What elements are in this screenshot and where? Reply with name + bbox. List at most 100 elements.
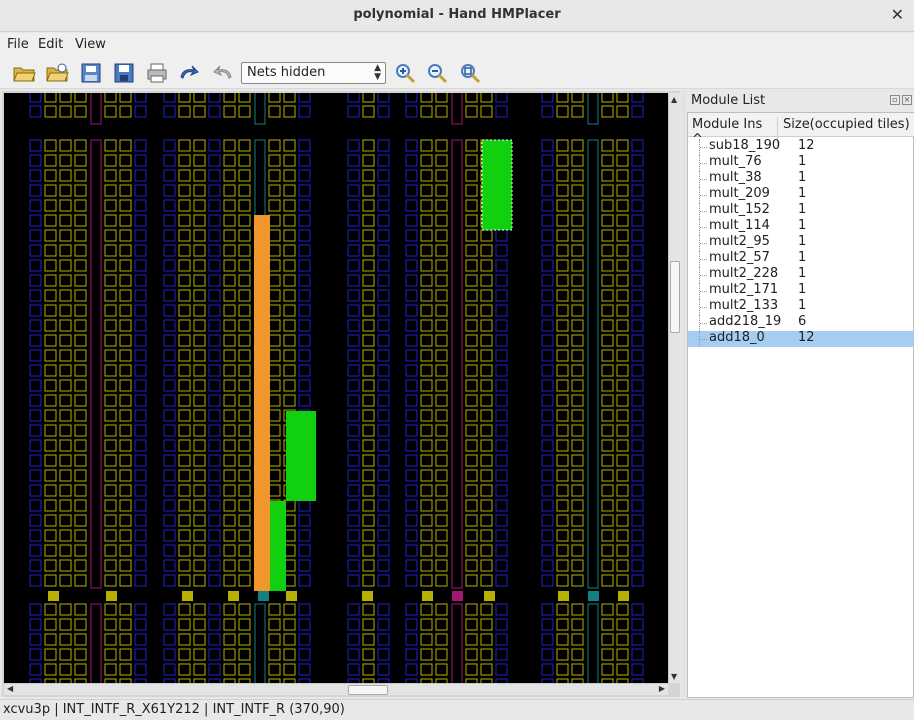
module-list-item[interactable]: mult2_171 1	[688, 282, 914, 299]
tree-branch-line	[699, 315, 707, 331]
save-icon[interactable]	[112, 61, 136, 85]
fabric-tile	[193, 199, 206, 212]
fabric-tile	[193, 334, 206, 347]
float-icon[interactable]: ▫	[890, 95, 900, 105]
module-list-item[interactable]: mult_209 1	[688, 186, 914, 203]
fabric-tile	[119, 544, 132, 557]
fabric-tile	[362, 244, 375, 257]
fabric-tile	[571, 469, 584, 482]
fabric-tile	[193, 484, 206, 497]
close-panel-icon[interactable]: ×	[902, 95, 912, 105]
zoom-fit-icon[interactable]	[458, 61, 482, 85]
vertical-scrollbar[interactable]: ▲ ▼	[668, 93, 680, 683]
column-marker	[228, 591, 239, 601]
vertical-scroll-thumb[interactable]	[670, 261, 680, 333]
fabric-tile	[59, 289, 72, 302]
fabric-tile	[631, 289, 644, 302]
menu-file[interactable]: File	[7, 37, 29, 52]
fabric-tile	[29, 424, 42, 437]
fabric-tile	[420, 424, 433, 437]
fabric-tile	[29, 394, 42, 407]
module-list-item[interactable]: add18_0 12	[688, 330, 914, 347]
fabric-tile	[74, 364, 87, 377]
fabric-tile	[208, 559, 221, 572]
device-fabric[interactable]	[4, 93, 668, 683]
tree-branch-line	[699, 267, 707, 283]
module-list-item[interactable]: sub18_190 12	[688, 138, 914, 155]
fabric-tile	[465, 499, 478, 512]
fabric-tile	[362, 394, 375, 407]
fabric-tile	[44, 259, 57, 272]
fabric-tile	[238, 139, 251, 152]
zoom-out-icon[interactable]	[425, 61, 449, 85]
scroll-down-icon[interactable]: ▼	[671, 672, 677, 681]
fabric-tile	[347, 334, 360, 347]
fabric-tile	[193, 394, 206, 407]
module-list-item[interactable]: mult2_95 1	[688, 234, 914, 251]
fabric-tile	[119, 529, 132, 542]
module-list-item[interactable]: mult_76 1	[688, 154, 914, 171]
fabric-tile	[238, 454, 251, 467]
module-list-item[interactable]: mult2_133 1	[688, 298, 914, 315]
fabric-tile	[29, 334, 42, 347]
fabric-tile	[104, 454, 117, 467]
fabric-tile	[405, 139, 418, 152]
open-folder-icon[interactable]	[12, 61, 36, 85]
fabric-tile	[631, 648, 644, 661]
fabric-tile	[362, 274, 375, 287]
undo-icon[interactable]	[211, 61, 235, 85]
fabric-tile	[119, 499, 132, 512]
fabric-tile	[163, 514, 176, 527]
module-list-item[interactable]: mult2_57 1	[688, 250, 914, 267]
fabric-tile	[238, 274, 251, 287]
close-icon[interactable]: ✕	[891, 5, 904, 24]
fabric-tile	[465, 214, 478, 227]
scroll-right-icon[interactable]: ▶	[659, 684, 665, 693]
menu-edit[interactable]: Edit	[38, 37, 63, 52]
horizontal-scrollbar[interactable]: ◀ ▶	[4, 683, 668, 695]
fabric-tile	[29, 154, 42, 167]
device-canvas[interactable]	[4, 93, 668, 683]
fabric-tile	[59, 105, 72, 118]
fabric-tile	[104, 304, 117, 317]
fabric-tile	[631, 469, 644, 482]
module-list-item[interactable]: mult_38 1	[688, 170, 914, 187]
fabric-tile	[465, 199, 478, 212]
fabric-tile	[59, 259, 72, 272]
fabric-tile	[616, 229, 629, 242]
select-arrows-icon: ▲ ▼	[374, 63, 381, 82]
fabric-tile	[223, 274, 236, 287]
fabric-tile	[420, 154, 433, 167]
fabric-tile	[495, 514, 508, 527]
column-header-size[interactable]: Size(occupied tiles)	[783, 117, 910, 132]
save-layout-icon[interactable]	[79, 61, 103, 85]
fabric-tile	[362, 559, 375, 572]
module-list-item[interactable]: add218_19 6	[688, 314, 914, 331]
module-list-item[interactable]: mult_114 1	[688, 218, 914, 235]
fabric-tile	[223, 514, 236, 527]
fabric-tile	[104, 529, 117, 542]
menu-view[interactable]: View	[75, 37, 106, 52]
fabric-tile	[420, 214, 433, 227]
module-list-item[interactable]: mult_152 1	[688, 202, 914, 219]
fabric-tile	[631, 259, 644, 272]
fabric-tile	[163, 424, 176, 437]
zoom-in-icon[interactable]	[393, 61, 417, 85]
print-icon[interactable]	[145, 61, 169, 85]
open-recent-icon[interactable]	[45, 61, 69, 85]
fabric-tile	[435, 603, 448, 616]
window-title: polynomial - Hand HMPlacer	[353, 7, 561, 22]
redo-icon[interactable]	[177, 61, 201, 85]
fabric-tile	[347, 139, 360, 152]
fabric-tile	[616, 544, 629, 557]
module-tree[interactable]: Module Ins ^ Size(occupied tiles) sub18_…	[687, 112, 914, 698]
scroll-left-icon[interactable]: ◀	[7, 684, 13, 693]
scroll-up-icon[interactable]: ▲	[671, 95, 677, 104]
fabric-tile	[571, 514, 584, 527]
fabric-tile	[119, 304, 132, 317]
horizontal-scroll-thumb[interactable]	[348, 685, 388, 695]
nets-visibility-select[interactable]: Nets hidden ▲ ▼	[241, 62, 386, 84]
fabric-tile	[268, 139, 281, 152]
fabric-tile	[208, 394, 221, 407]
module-list-item[interactable]: mult2_228 1	[688, 266, 914, 283]
